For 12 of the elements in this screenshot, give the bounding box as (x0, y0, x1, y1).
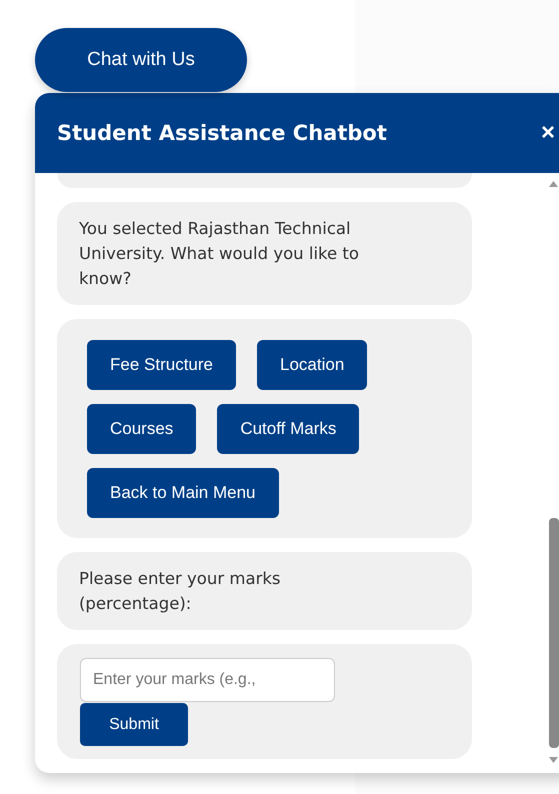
submit-button[interactable]: Submit (80, 703, 188, 746)
option-button[interactable]: Courses (87, 404, 196, 454)
option-button[interactable]: Back to Main Menu (87, 468, 279, 518)
chat-button[interactable]: Chat with Us (35, 28, 247, 92)
message-text: Please enter your marks (percentage): (79, 568, 282, 615)
close-button[interactable]: × (536, 119, 559, 147)
marks-input-field[interactable]: Enter your marks (e.g., (80, 658, 335, 702)
message-text: You selected Rajasthan Technical University. What would you like to know? (79, 218, 360, 290)
option-button[interactable]: Fee Structure (87, 340, 236, 390)
option-button[interactable]: Location (257, 340, 368, 390)
chatbot-title: Student Assistance Chatbot (57, 121, 387, 145)
option-button[interactable]: Cutoff Marks (217, 404, 360, 454)
